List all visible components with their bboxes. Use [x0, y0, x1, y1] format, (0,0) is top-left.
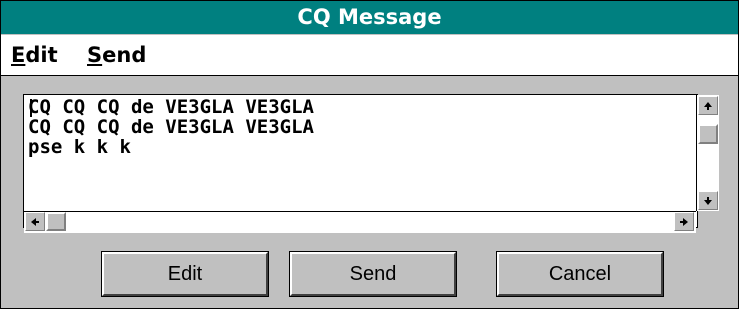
arrow-left-icon — [31, 217, 39, 226]
message-editor: CQ CQ CQ de VE3GLA VE3GLA CQ CQ CQ de VE3… — [23, 94, 719, 233]
message-line: pse k k k — [28, 136, 131, 158]
menu-send[interactable]: Send — [85, 35, 148, 75]
vertical-scrollbar[interactable] — [696, 95, 719, 211]
message-line: CQ CQ CQ de VE3GLA VE3GLA — [28, 96, 314, 118]
arrow-down-icon — [704, 196, 712, 205]
scroll-up-button[interactable] — [698, 96, 718, 115]
arrow-right-icon — [680, 217, 688, 226]
cq-message-window: CQ Message Edit Send CQ CQ CQ de VE3GLA … — [0, 0, 739, 309]
message-line: CQ CQ CQ de VE3GLA VE3GLA — [28, 116, 314, 138]
scroll-down-button[interactable] — [698, 191, 718, 210]
send-button[interactable]: Send — [289, 251, 457, 297]
menu-edit-label: dit — [25, 43, 58, 67]
cancel-button[interactable]: Cancel — [496, 251, 664, 297]
menu-edit[interactable]: Edit — [9, 35, 60, 75]
edit-button[interactable]: Edit — [101, 251, 269, 297]
horizontal-scrollbar[interactable] — [24, 211, 696, 233]
scroll-right-button[interactable] — [674, 212, 694, 231]
menu-send-mnemonic: S — [87, 43, 103, 67]
arrow-up-icon — [704, 101, 712, 110]
text-caret — [30, 99, 32, 117]
window-title: CQ Message — [297, 5, 442, 29]
vertical-scroll-thumb[interactable] — [698, 124, 718, 144]
message-text-area[interactable]: CQ CQ CQ de VE3GLA VE3GLA CQ CQ CQ de VE3… — [24, 95, 696, 211]
horizontal-scroll-thumb[interactable] — [46, 212, 66, 231]
title-bar[interactable]: CQ Message — [1, 1, 738, 34]
menu-bar: Edit Send — [1, 35, 738, 76]
menu-edit-mnemonic: E — [11, 43, 26, 67]
menu-send-label: end — [102, 43, 147, 67]
scroll-left-button[interactable] — [25, 212, 45, 231]
